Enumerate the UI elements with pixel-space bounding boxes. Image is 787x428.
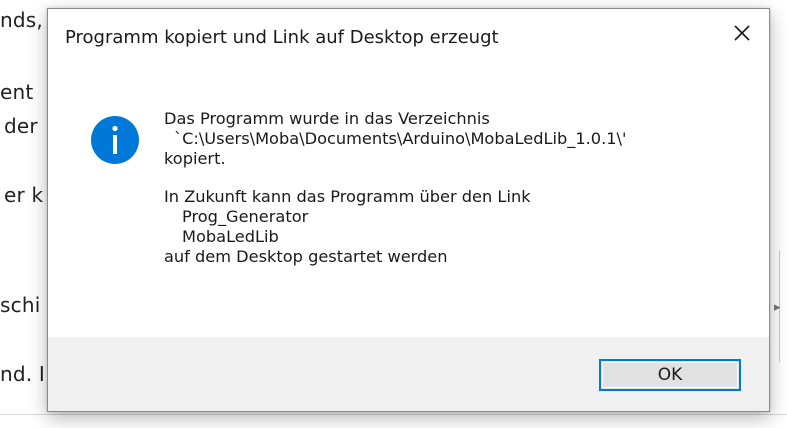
- background-text-fragment: er k: [4, 183, 44, 207]
- message-line: In Zukunft kann das Programm über den Li…: [164, 187, 531, 206]
- background-text-fragment: nd. I: [0, 362, 45, 386]
- message-line: Das Programm wurde in das Verzeichnis: [164, 109, 490, 128]
- message-line: kopiert.: [164, 149, 226, 168]
- close-icon: [734, 25, 750, 41]
- background-glyph: ▸: [774, 300, 781, 315]
- background-text-fragment: schi: [0, 293, 41, 317]
- dialog-titlebar[interactable]: Programm kopiert und Link auf Desktop er…: [48, 9, 769, 59]
- message-line: auf dem Desktop gestartet werden: [164, 247, 448, 266]
- info-icon: [91, 116, 139, 164]
- message-link-name: MobaLedLib: [182, 227, 279, 246]
- background-text-fragment: nds,: [0, 8, 43, 32]
- background-divider: [0, 414, 787, 415]
- message-link-name: Prog_Generator: [182, 207, 309, 226]
- message-path: `C:\Users\Moba\Documents\Arduino\MobaLed…: [174, 129, 627, 148]
- dialog-footer: OK: [48, 337, 769, 411]
- background-text-fragment: der: [4, 114, 38, 138]
- message-dialog: Programm kopiert und Link auf Desktop er…: [47, 8, 770, 412]
- close-button[interactable]: [715, 9, 769, 57]
- message-spacer: [164, 169, 626, 187]
- ok-button[interactable]: OK: [599, 359, 741, 391]
- dialog-title: Programm kopiert und Link auf Desktop er…: [65, 27, 499, 48]
- dialog-message: Das Programm wurde in das Verzeichnis `C…: [164, 109, 626, 267]
- background-text-fragment: ent: [0, 80, 34, 104]
- dialog-content: Das Programm wurde in das Verzeichnis `C…: [48, 59, 769, 339]
- screen: nds, ent der er k schi nd. I ▸ Programm …: [0, 0, 787, 428]
